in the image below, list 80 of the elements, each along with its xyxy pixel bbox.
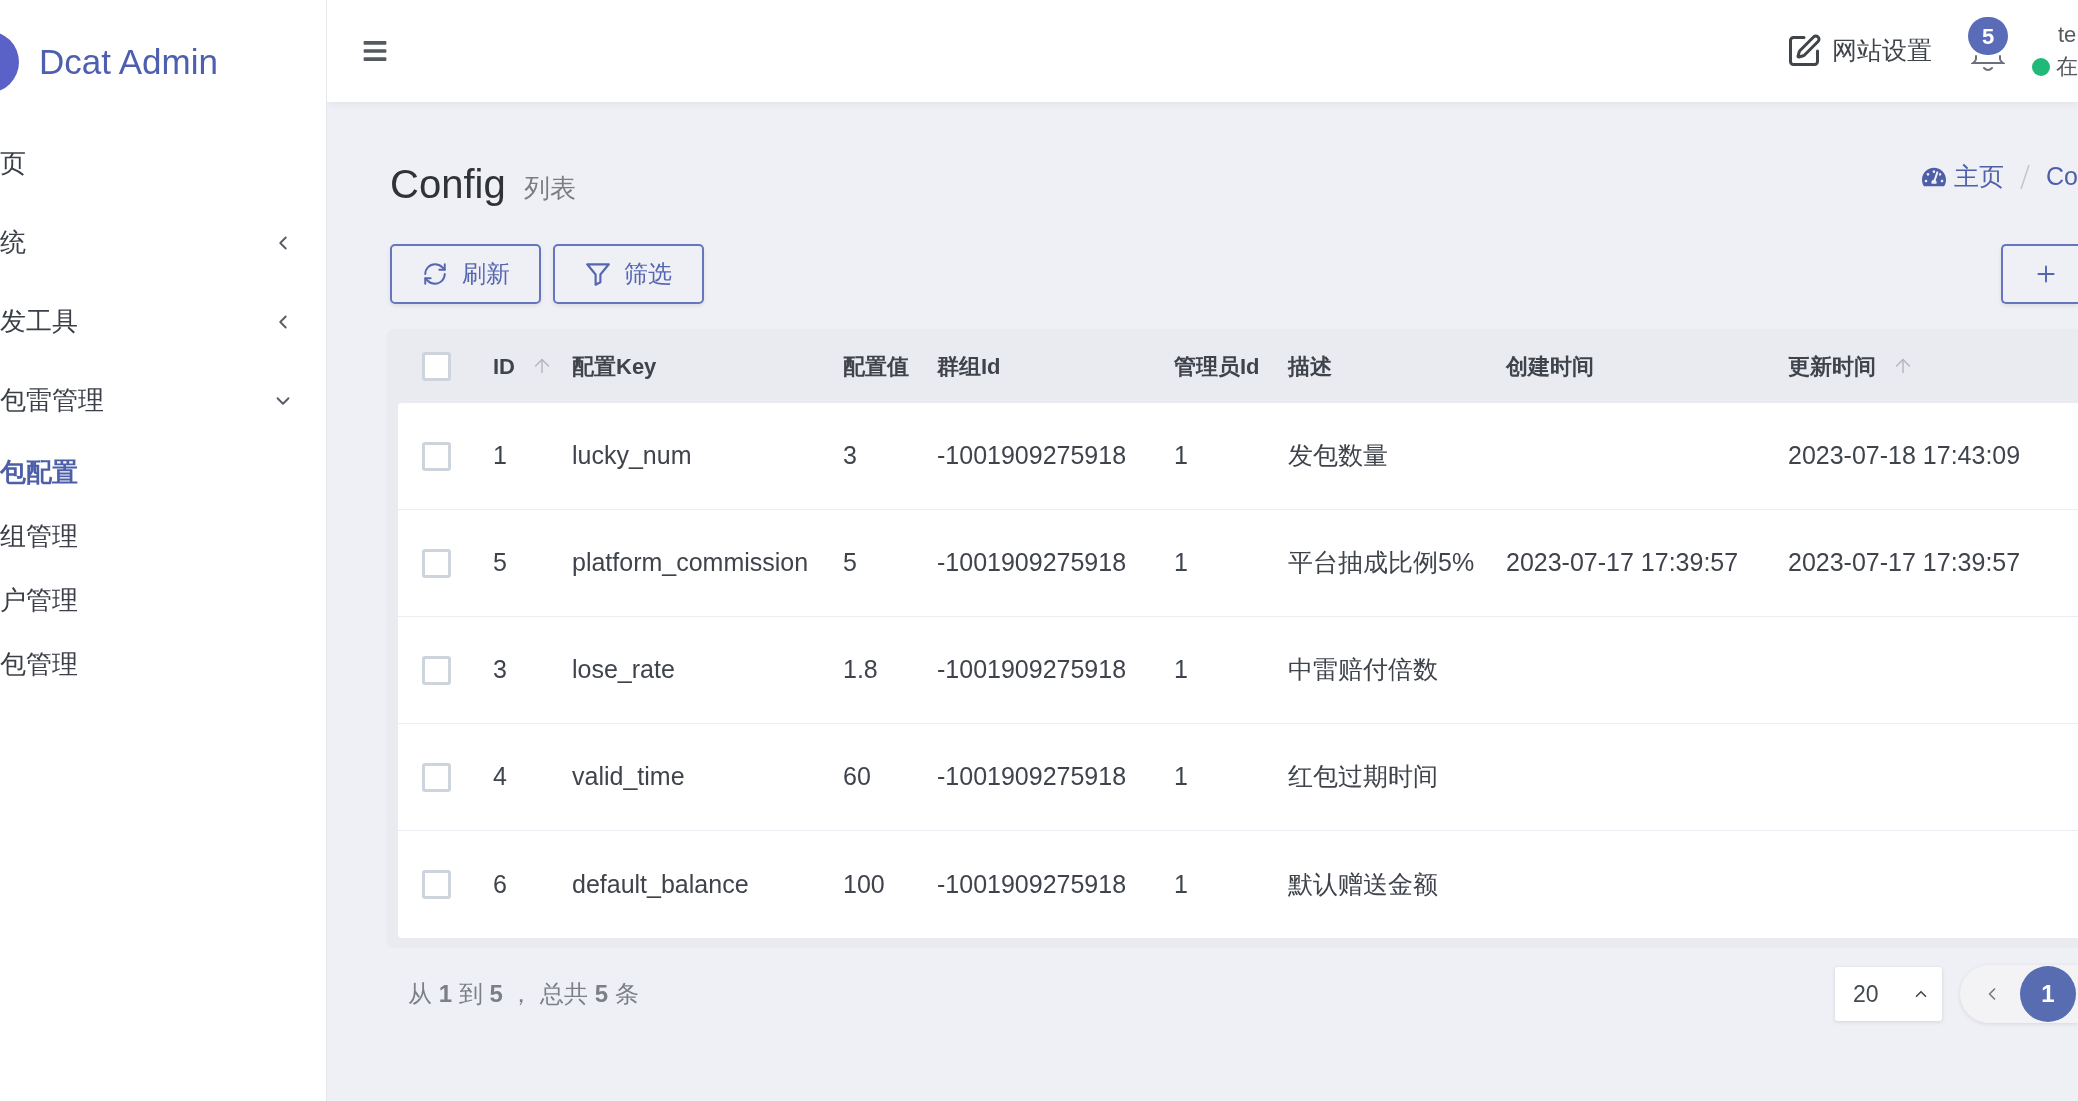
settings-link[interactable]: 网站设置 bbox=[1786, 32, 1932, 70]
column-header: 群组Id bbox=[937, 352, 1001, 381]
sidebar-item[interactable]: 统 bbox=[0, 203, 326, 282]
table-cell-text: 3 bbox=[843, 440, 857, 472]
column-header: 描述 bbox=[1288, 352, 1332, 381]
table-cell-text: lose_rate bbox=[572, 654, 675, 686]
dashboard-icon bbox=[1922, 165, 1947, 189]
page-button[interactable]: 1 bbox=[2020, 966, 2076, 1022]
checkbox[interactable] bbox=[422, 351, 451, 381]
notifications-button[interactable] bbox=[1971, 55, 2005, 73]
page-subtitle: 列表 bbox=[523, 171, 576, 205]
checkbox[interactable] bbox=[422, 548, 451, 578]
table-cell-text: 2023-07-17 17:39:57 bbox=[1788, 547, 2021, 579]
table-cell-text: 1 bbox=[1174, 547, 1188, 579]
refresh-icon bbox=[421, 261, 448, 287]
table-cell-text: 5 bbox=[493, 547, 507, 579]
sidebar-item[interactable]: 包管理 bbox=[0, 632, 326, 696]
table-cell-text: 6 bbox=[493, 868, 507, 900]
column-header[interactable]: ID bbox=[493, 349, 553, 383]
column-header[interactable]: 更新时间 bbox=[1788, 349, 1914, 383]
table-cell-text: lucky_num bbox=[572, 440, 692, 472]
table-cell-text: -1001909275918 bbox=[937, 868, 1127, 900]
table-cell-text: 3 bbox=[493, 654, 507, 686]
table-cell-text: 60 bbox=[843, 761, 871, 793]
user-name: te bbox=[2057, 22, 2078, 48]
add-button[interactable] bbox=[2001, 244, 2078, 304]
filter-button[interactable]: 筛选 bbox=[553, 244, 704, 304]
table-cell-text: 1 bbox=[1174, 761, 1188, 793]
checkbox[interactable] bbox=[422, 655, 451, 685]
sidebar-item[interactable]: 户管理 bbox=[0, 568, 326, 632]
column-header: 管理员Id bbox=[1174, 352, 1260, 381]
checkbox[interactable] bbox=[422, 441, 451, 471]
sidebar-item[interactable]: 组管理 bbox=[0, 504, 326, 568]
table-cell-text: 平台抽成比例5% bbox=[1288, 547, 1475, 579]
filter-icon bbox=[585, 262, 610, 286]
table-cell-text: 2023-07-18 17:43:09 bbox=[1788, 440, 2021, 472]
pagination-summary: 从 1 到 5 ， 总共 5 条 bbox=[408, 979, 639, 1009]
table-cell-text: -1001909275918 bbox=[937, 654, 1127, 686]
table-cell-text: -1001909275918 bbox=[937, 761, 1127, 793]
notification-badge: 5 bbox=[1968, 17, 2008, 55]
menu-button[interactable] bbox=[362, 38, 388, 64]
table-cell-text: 100 bbox=[843, 868, 885, 900]
bell-icon bbox=[1971, 55, 2005, 73]
table-cell-text: 1 bbox=[493, 440, 507, 472]
menu-icon bbox=[362, 38, 388, 64]
table-cell-text: default_balance bbox=[572, 868, 749, 900]
table-cell-text: 4 bbox=[493, 761, 507, 793]
sidebar-item[interactable]: 包雷管理 bbox=[0, 361, 326, 440]
page-title: Config bbox=[390, 164, 506, 204]
sidebar-item[interactable]: 发工具 bbox=[0, 282, 326, 361]
column-header: 配置值 bbox=[843, 352, 909, 381]
table-cell-text: 1 bbox=[1174, 654, 1188, 686]
table-cell-text: 默认赠送金额 bbox=[1288, 868, 1438, 900]
table-cell-text: 红包过期时间 bbox=[1288, 761, 1438, 793]
table-cell-text: 2023-07-17 17:39:57 bbox=[1506, 547, 1739, 579]
user-status: 在 bbox=[2056, 54, 2078, 80]
breadcrumb-link[interactable]: Co bbox=[2046, 158, 2078, 196]
refresh-button[interactable]: 刷新 bbox=[390, 244, 541, 304]
table-cell-text: 1.8 bbox=[843, 654, 878, 686]
slash-icon bbox=[2020, 164, 2031, 190]
table-cell-text: 发包数量 bbox=[1288, 440, 1388, 472]
column-header: 创建时间 bbox=[1506, 352, 1594, 381]
table-cell-text: valid_time bbox=[572, 761, 685, 793]
checkbox[interactable] bbox=[422, 762, 451, 792]
table-cell-text: platform_commission bbox=[572, 547, 809, 579]
table-cell-text: 1 bbox=[1174, 440, 1188, 472]
per-page-select[interactable]: 20 bbox=[1835, 967, 1942, 1021]
table-cell-text: 5 bbox=[843, 547, 857, 579]
table-cell-text: 中雷赔付倍数 bbox=[1288, 654, 1438, 686]
logo-icon bbox=[0, 31, 19, 93]
edit-icon bbox=[1786, 33, 1822, 69]
breadcrumb-link[interactable]: 主页 bbox=[1922, 158, 2005, 196]
sidebar-item[interactable]: 页 bbox=[0, 124, 326, 203]
column-header: 配置Key bbox=[572, 352, 657, 381]
table-cell-text: -1001909275918 bbox=[937, 440, 1127, 472]
logo-text: Dcat Admin bbox=[39, 40, 218, 83]
checkbox[interactable] bbox=[422, 870, 451, 899]
table-cell-text: -1001909275918 bbox=[937, 547, 1127, 579]
sidebar-item[interactable]: 包配置 bbox=[0, 440, 326, 504]
table-cell-text: 1 bbox=[1174, 868, 1188, 900]
